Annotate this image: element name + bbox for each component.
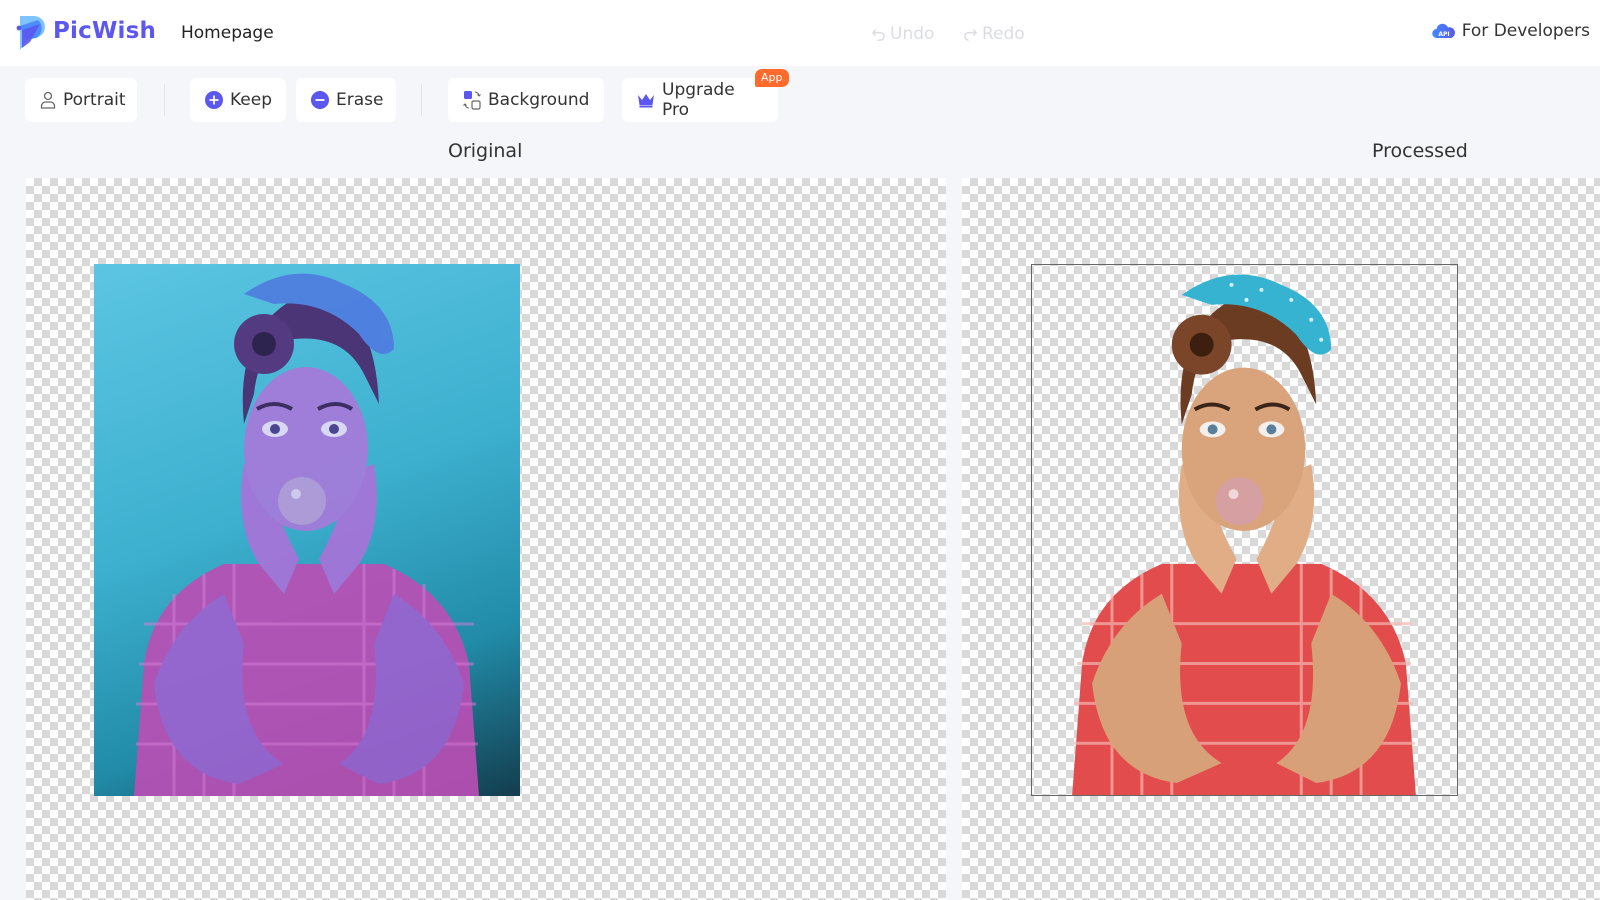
keep-label: Keep <box>230 90 273 110</box>
original-image <box>94 264 520 796</box>
crown-icon <box>638 94 654 108</box>
upgrade-pro-label: Upgrade Pro <box>662 80 735 120</box>
portrait-photo-processed <box>1072 274 1416 795</box>
portrait-photo-original <box>134 273 479 796</box>
plus-circle-icon <box>205 91 223 109</box>
undo-button[interactable]: Undo <box>871 24 934 44</box>
for-developers-link[interactable]: API For Developers <box>1431 21 1590 41</box>
swap-background-icon <box>463 91 481 110</box>
app-badge: App <box>755 69 789 87</box>
undo-label: Undo <box>890 24 935 44</box>
api-cloud-icon: API <box>1431 23 1455 39</box>
erase-button[interactable]: Erase <box>296 78 396 122</box>
original-panel-label: Original <box>448 140 523 162</box>
undo-icon <box>871 28 885 41</box>
minus-circle-icon <box>311 91 329 109</box>
portrait-label: Portrait <box>63 90 126 110</box>
person-icon <box>40 91 56 109</box>
redo-icon <box>964 28 978 41</box>
processed-panel-label: Processed <box>1372 140 1468 162</box>
brand-name[interactable]: PicWish <box>53 18 156 44</box>
picwish-logo-icon[interactable] <box>16 14 46 52</box>
redo-label: Redo <box>982 24 1025 44</box>
nav-homepage-link[interactable]: Homepage <box>181 23 274 43</box>
toolbar-divider <box>421 84 422 116</box>
api-badge-text: API <box>1438 31 1449 38</box>
background-button[interactable]: Background <box>448 78 604 122</box>
background-label: Background <box>488 90 590 110</box>
redo-button[interactable]: Redo <box>963 24 1025 44</box>
toolbar-divider <box>164 84 165 116</box>
portrait-button[interactable]: Portrait <box>25 78 137 122</box>
processed-image-frame[interactable] <box>1031 264 1458 796</box>
top-header: PicWish Homepage Undo Redo API For Devel… <box>0 0 1600 66</box>
for-developers-label: For Developers <box>1461 21 1590 41</box>
erase-label: Erase <box>336 90 384 110</box>
keep-button[interactable]: Keep <box>190 78 286 122</box>
